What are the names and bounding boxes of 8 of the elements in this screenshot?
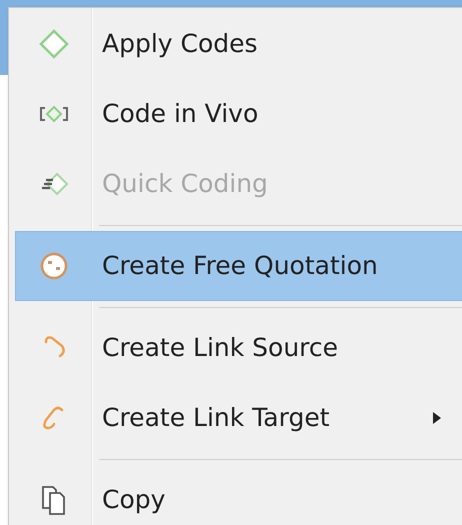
menu-item[interactable]: Create Link Target [15, 383, 462, 453]
menu-item[interactable]: Create Link Source [15, 313, 462, 383]
menu-item[interactable]: Code in Vivo [15, 79, 462, 149]
quote-circle-icon [38, 250, 70, 282]
menu-item[interactable]: Create Free Quotation [15, 231, 462, 301]
menu-item[interactable]: Copy [15, 465, 462, 525]
menu-item[interactable]: Apply Codes [15, 9, 462, 79]
diamond-icon [38, 28, 70, 60]
